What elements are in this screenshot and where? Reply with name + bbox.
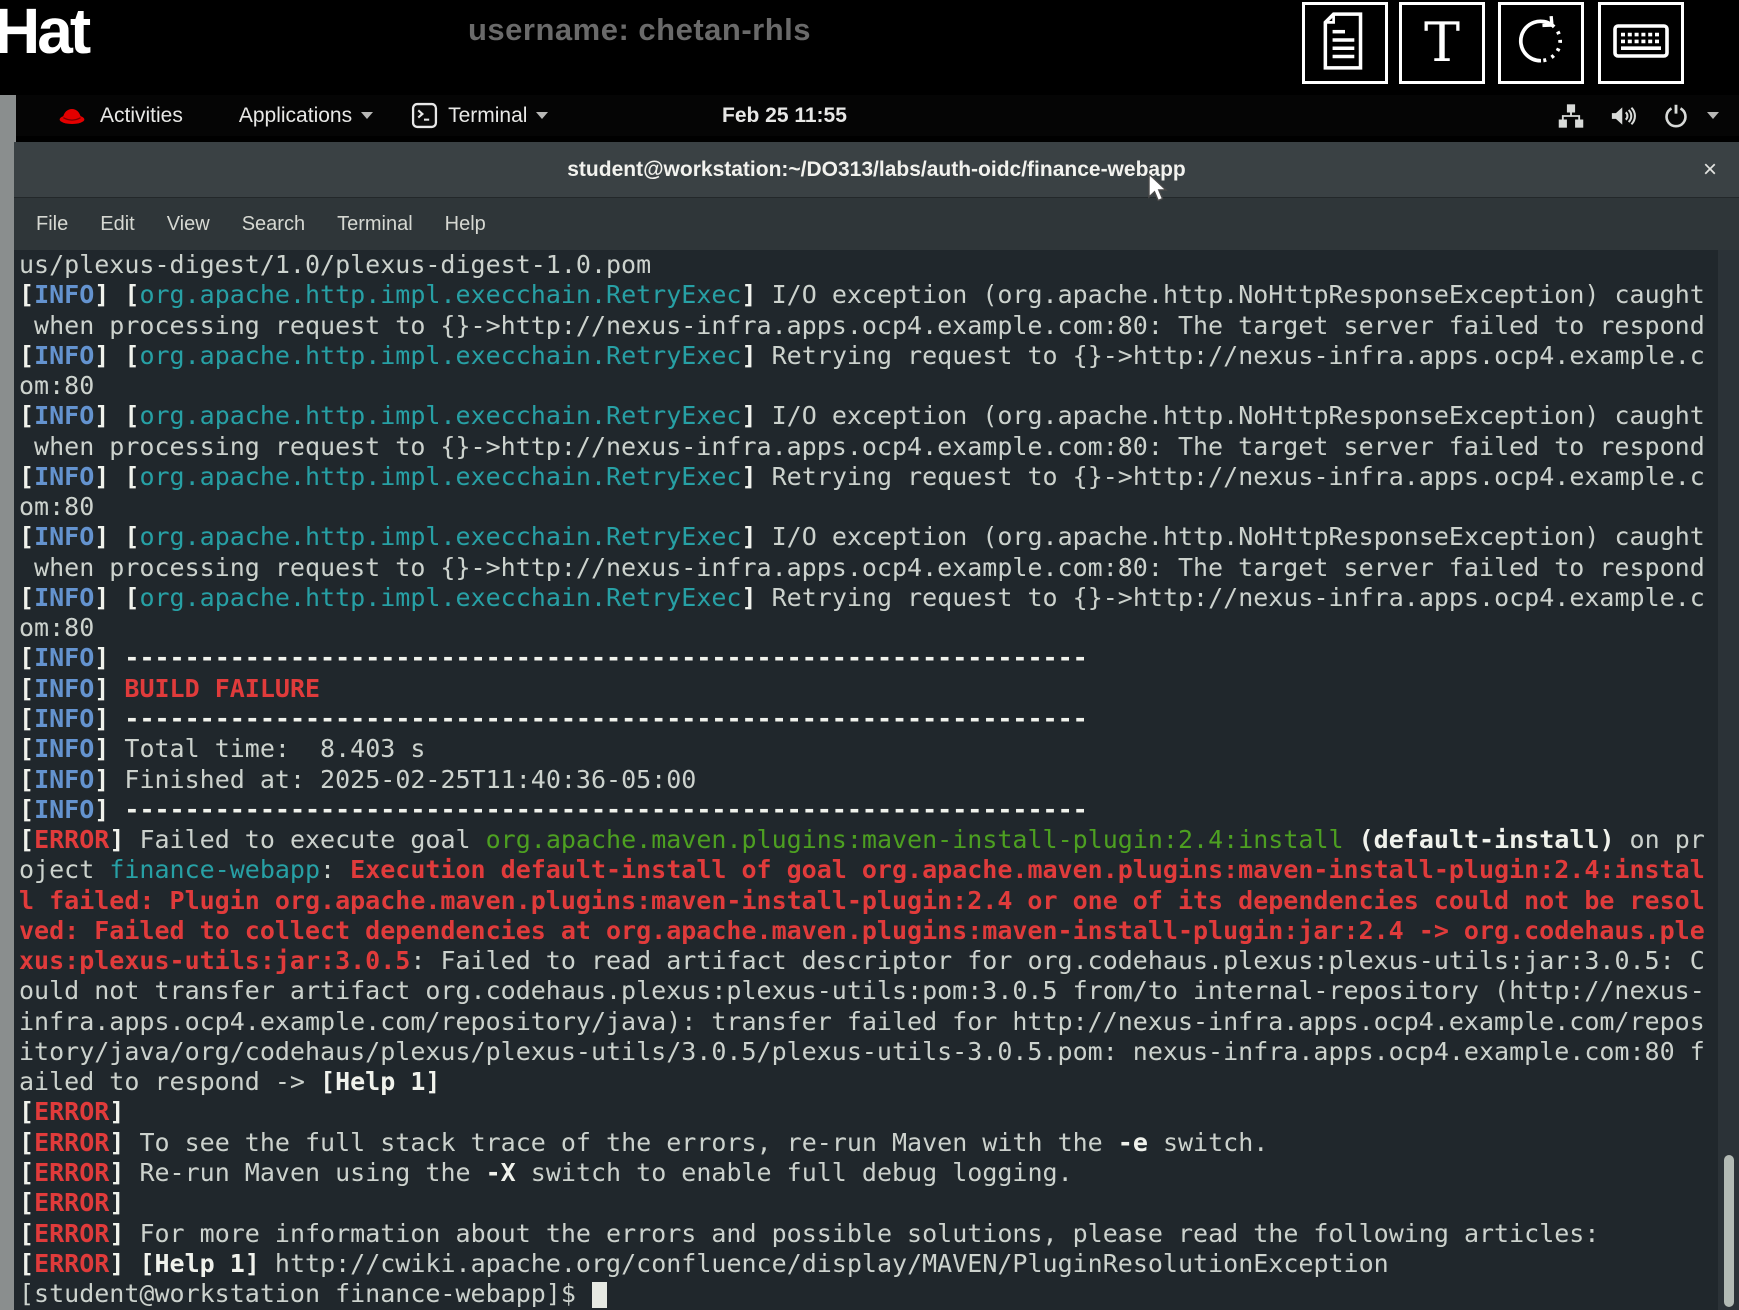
terminal-titlebar[interactable]: student@workstation:~/DO313/labs/auth-oi…: [14, 142, 1739, 198]
power-icon[interactable]: [1663, 103, 1689, 129]
terminal-line: [INFO] Total time: 8.403 s: [19, 734, 426, 764]
keyboard-icon: [1612, 21, 1670, 66]
terminal-output[interactable]: us/plexus-digest/1.0/plexus-digest-1.0.p…: [14, 250, 1739, 1310]
terminal-line: oject finance-webapp: Execution default-…: [19, 855, 1705, 885]
console-overlay-bar: Hat username: chetan-rhls T: [0, 0, 1739, 95]
terminal-line: om:80: [19, 371, 95, 401]
terminal-line: infra.apps.ocp4.example.com/repository/j…: [19, 1006, 1705, 1036]
terminal-cursor: [591, 1282, 607, 1309]
network-icon[interactable]: [1557, 103, 1585, 129]
redhat-logo-text: Hat: [0, 0, 91, 67]
redhat-icon: [58, 106, 86, 126]
terminal-line: [ERROR]: [19, 1188, 125, 1218]
scrollbar-handle[interactable]: [1724, 1155, 1734, 1307]
terminal-window: student@workstation:~/DO313/labs/auth-oi…: [14, 142, 1739, 1310]
clock-button[interactable]: Feb 25 11:55: [722, 95, 847, 136]
terminal-line: [ERROR] Failed to execute goal org.apach…: [19, 825, 1705, 855]
terminal-line: ved: Failed to collect dependencies at o…: [19, 915, 1705, 945]
terminal-line: when processing request to {}->http://ne…: [19, 552, 1705, 582]
menu-terminal[interactable]: Terminal: [331, 211, 419, 238]
terminal-line: [INFO] [org.apache.http.impl.execchain.R…: [19, 280, 1705, 310]
terminal-line: xus:plexus-utils:jar:3.0.5: Failed to re…: [19, 946, 1705, 976]
refresh-icon: [1512, 12, 1570, 75]
document-icon-button[interactable]: [1302, 2, 1388, 84]
terminal-line: [INFO] [org.apache.http.impl.execchain.R…: [19, 340, 1705, 370]
terminal-line: [INFO] [org.apache.http.impl.execchain.R…: [19, 522, 1705, 552]
menu-bar: File Edit View Search Terminal Help: [14, 198, 1739, 250]
terminal-line: itory/java/org/codehaus/plexus/plexus-ut…: [19, 1036, 1705, 1066]
activities-button[interactable]: Activities: [100, 104, 183, 128]
volume-icon[interactable]: [1609, 104, 1639, 128]
terminal-line: when processing request to {}->http://ne…: [19, 310, 1705, 340]
username-label: username: chetan-rhls: [468, 12, 811, 47]
terminal-line: [INFO] Finished at: 2025-02-25T11:40:36-…: [19, 764, 697, 794]
text-tool-button[interactable]: T: [1399, 2, 1485, 84]
terminal-app-label: Terminal: [448, 103, 528, 127]
menu-search[interactable]: Search: [236, 211, 311, 238]
terminal-line: ould not transfer artifact org.codehaus.…: [19, 976, 1705, 1006]
terminal-line: [student@workstation finance-webapp]$: [19, 1279, 1739, 1309]
menu-file[interactable]: File: [30, 211, 74, 238]
terminal-line: [INFO] BUILD FAILURE: [19, 673, 321, 703]
window-title: student@workstation:~/DO313/labs/auth-oi…: [567, 157, 1186, 181]
terminal-line: [INFO] ---------------------------------…: [19, 794, 1088, 824]
terminal-line: [ERROR] To see the full stack trace of t…: [19, 1127, 1269, 1157]
menu-view[interactable]: View: [161, 211, 216, 238]
terminal-line: om:80: [19, 492, 95, 522]
refresh-button[interactable]: [1498, 2, 1584, 84]
text-icon: T: [1423, 11, 1461, 74]
terminal-line: when processing request to {}->http://ne…: [19, 431, 1705, 461]
terminal-line: [INFO] ---------------------------------…: [19, 703, 1088, 733]
menu-edit[interactable]: Edit: [94, 211, 140, 238]
terminal-app-menu[interactable]: Terminal: [411, 102, 549, 129]
terminal-line: [ERROR]: [19, 1097, 125, 1127]
terminal-line: [ERROR] For more information about the e…: [19, 1218, 1600, 1248]
terminal-line: om:80: [19, 613, 95, 643]
gnome-top-bar: Activities Applications Terminal Feb 25 …: [16, 95, 1739, 136]
terminal-line: [INFO] [org.apache.http.impl.execchain.R…: [19, 582, 1705, 612]
terminal-app-icon: [411, 102, 438, 129]
close-icon[interactable]: ×: [1703, 142, 1717, 198]
chevron-down-icon: [536, 112, 549, 119]
terminal-line: [ERROR] [Help 1] http://cwiki.apache.org…: [19, 1248, 1389, 1278]
terminal-line: [INFO] [org.apache.http.impl.execchain.R…: [19, 401, 1705, 431]
chevron-down-icon[interactable]: [1707, 112, 1719, 119]
terminal-line: [INFO] [org.apache.http.impl.execchain.R…: [19, 461, 1705, 491]
menu-help[interactable]: Help: [439, 211, 492, 238]
terminal-line: l failed: Plugin org.apache.maven.plugin…: [19, 885, 1705, 915]
scrollbar-track[interactable]: [1718, 250, 1739, 1310]
terminal-line: ailed to respond -> [Help 1]: [19, 1067, 441, 1097]
terminal-line: [INFO] ---------------------------------…: [19, 643, 1088, 673]
applications-label: Applications: [238, 103, 353, 127]
terminal-line: [ERROR] Re-run Maven using the -X switch…: [19, 1157, 1073, 1187]
chevron-down-icon: [361, 112, 374, 119]
keyboard-button[interactable]: [1598, 2, 1684, 84]
document-icon: [1320, 11, 1370, 76]
terminal-line: us/plexus-digest/1.0/plexus-digest-1.0.p…: [19, 250, 652, 279]
applications-menu[interactable]: Applications: [238, 103, 374, 128]
